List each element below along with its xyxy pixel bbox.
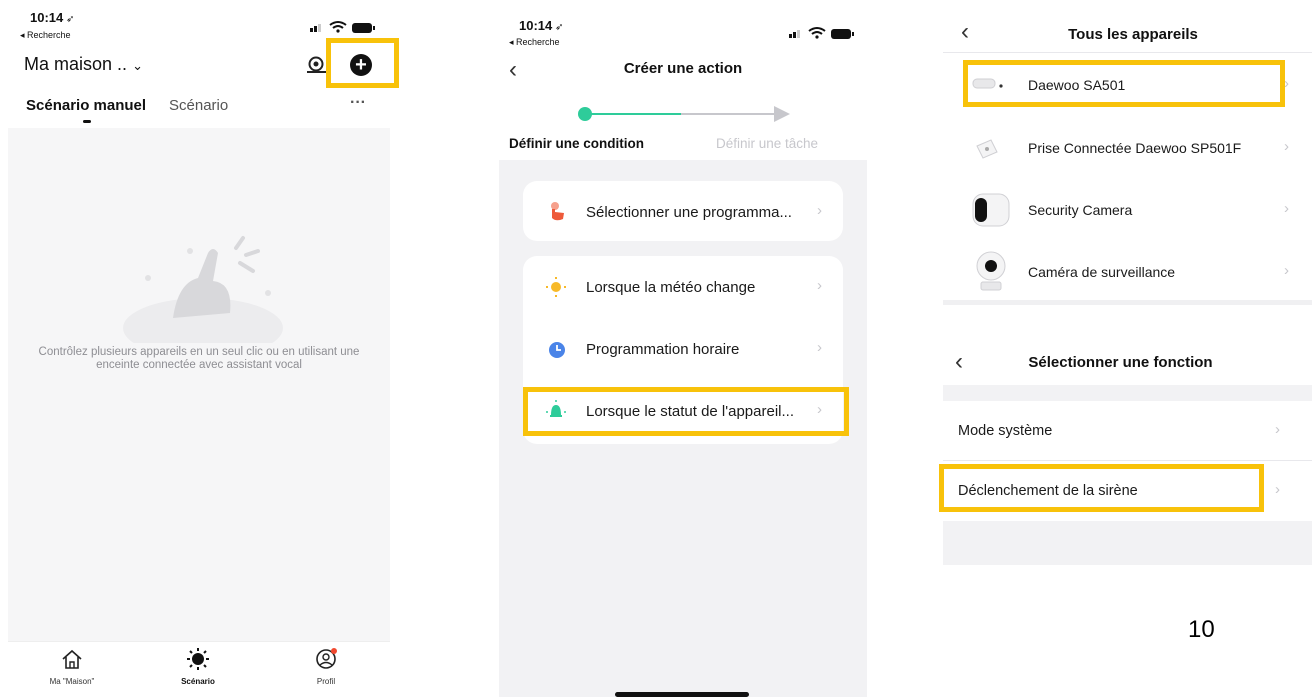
list-item-time-schedule[interactable]: Programmation horaire › — [523, 318, 843, 380]
page-title: Créer une action — [623, 60, 743, 77]
step-define-task: Définir une tâche — [716, 136, 819, 151]
status-time-text: 10:14 — [30, 10, 64, 25]
home-indicator — [615, 692, 749, 697]
status-time: 10:14 ➶ — [519, 18, 563, 33]
page-title: Tous les appareils — [1068, 26, 1198, 43]
location-arrow-icon: ➶ — [552, 22, 564, 33]
nav-home-label: Ma "Maison" — [49, 677, 95, 686]
signal-wifi-battery-icon — [789, 27, 854, 39]
divider — [943, 52, 1312, 53]
signal-wifi-battery-icon — [310, 21, 375, 33]
screen-scenes: 10:14 ➶ ◂ Recherche Ma maison .. ⌄ + Scé… — [0, 0, 400, 697]
page-title: Sélectionner une fonction — [1028, 354, 1213, 371]
empty-state-text: Contrôlez plusieurs appareils en un seul… — [38, 346, 360, 371]
step-progress — [569, 104, 799, 124]
chevron-right-icon: › — [1275, 421, 1280, 438]
clock-icon — [547, 340, 567, 360]
smart-plug-icon — [973, 134, 1003, 164]
highlight-siren-trigger — [939, 464, 1264, 512]
more-menu-button[interactable]: ··· — [350, 94, 366, 112]
chevron-right-icon: › — [1284, 262, 1289, 279]
highlight-device-status — [523, 387, 849, 436]
sun-icon — [545, 276, 567, 298]
function-label: Mode système — [958, 423, 1053, 439]
profile-icon — [316, 648, 337, 669]
house-icon — [62, 649, 82, 669]
tab-manual-scene[interactable]: Scénario manuel — [26, 97, 146, 114]
device-name: Caméra de surveillance — [1028, 264, 1176, 280]
hand-tap-illustration-icon — [123, 236, 283, 358]
security-camera-icon — [969, 188, 1013, 232]
list-item-label: Sélectionner une programma... — [586, 204, 792, 221]
scene-content-area: Contrôlez plusieurs appareils en un seul… — [8, 128, 390, 641]
device-row-security-camera[interactable]: Security Camera › — [943, 180, 1312, 240]
chevron-down-icon: ⌄ — [132, 58, 143, 73]
tab-active-indicator — [83, 120, 91, 123]
list-item-weather[interactable]: Lorsque la météo change › — [523, 256, 843, 318]
status-back-link[interactable]: ◂ Recherche — [509, 37, 560, 48]
device-name: Security Camera — [1028, 202, 1133, 218]
status-time-text: 10:14 — [519, 18, 553, 33]
sun-icon — [187, 648, 209, 670]
empty-illustration — [118, 233, 288, 358]
step-define-condition: Définir une condition — [509, 136, 644, 151]
screen-create-action: 10:14 ➶ ◂ Recherche ‹ Créer une action D… — [499, 0, 867, 697]
status-icons — [787, 26, 857, 40]
device-name: Prise Connectée Daewoo SP501F — [1028, 140, 1242, 156]
hand-tap-icon — [547, 201, 567, 223]
nav-scene[interactable]: Scénario — [160, 648, 236, 686]
screen-all-devices: ‹ Tous les appareils Daewoo SA501 › Pris… — [943, 0, 1312, 305]
home-title: Ma maison .. — [24, 54, 128, 74]
list-item-select-schedule[interactable]: Sélectionner une programma... › — [523, 181, 843, 241]
page-number: 10 — [1188, 616, 1215, 643]
chevron-right-icon: › — [817, 277, 822, 294]
chevron-right-icon: › — [1284, 200, 1289, 217]
step-progress-icon — [578, 106, 790, 122]
nav-profile-label: Profil — [316, 677, 336, 686]
highlight-daewoo-sa501 — [963, 60, 1285, 107]
bottom-nav: Ma "Maison" Scénario Profil — [8, 641, 390, 697]
nav-scene-label: Scénario — [181, 677, 215, 686]
function-row-system-mode[interactable]: Mode système › — [943, 401, 1312, 461]
location-arrow-icon: ➶ — [63, 14, 75, 25]
highlight-add-button — [326, 38, 399, 88]
eye-icon[interactable] — [306, 55, 328, 73]
device-row-smart-plug[interactable]: Prise Connectée Daewoo SP501F › — [943, 118, 1312, 178]
device-row-surveillance-camera[interactable]: Caméra de surveillance › — [943, 242, 1312, 302]
screen-select-function: ‹ Sélectionner une fonction Mode système… — [939, 330, 1312, 565]
nav-profile[interactable]: Profil — [288, 648, 364, 686]
chevron-right-icon: › — [1275, 481, 1280, 498]
bottom-divider — [943, 300, 1312, 305]
chevron-right-icon: › — [1284, 138, 1289, 155]
chevron-right-icon: › — [817, 202, 822, 219]
status-back-link[interactable]: ◂ Recherche — [20, 30, 71, 41]
list-item-label: Programmation horaire — [586, 341, 740, 358]
schedule-card: Sélectionner une programma... › — [523, 181, 843, 241]
chevron-right-icon: › — [817, 339, 822, 356]
dome-camera-icon — [973, 248, 1009, 294]
tab-scene[interactable]: Scénario — [169, 97, 228, 114]
nav-home[interactable]: Ma "Maison" — [34, 648, 110, 686]
status-time: 10:14 ➶ — [30, 10, 74, 25]
list-item-label: Lorsque la météo change — [586, 279, 756, 296]
status-icons — [308, 20, 378, 34]
home-selector[interactable]: Ma maison .. ⌄ — [24, 54, 143, 75]
